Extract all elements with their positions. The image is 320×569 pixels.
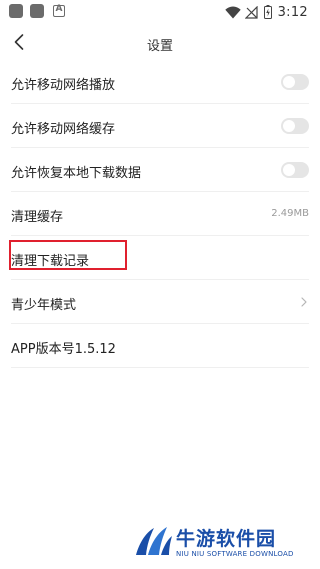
status-bar: A 3:12 xyxy=(0,0,320,24)
setting-row-mobile-cache: 允许移动网络缓存 xyxy=(11,104,309,148)
cache-size-value: 2.49MB xyxy=(271,208,309,219)
chevron-right-icon xyxy=(299,295,309,309)
nav-bar: 设置 xyxy=(0,26,320,60)
wifi-icon xyxy=(224,6,241,18)
watermark-logo-icon xyxy=(134,524,174,558)
setting-label: 青少年模式 xyxy=(11,298,77,313)
setting-row-app-version: APP版本号1.5.12 xyxy=(11,324,309,368)
a-icon: A xyxy=(53,4,65,17)
setting-row-clear-cache[interactable]: 清理缓存 2.49MB xyxy=(11,192,309,236)
app-version-label: APP版本号1.5.12 xyxy=(11,342,116,357)
watermark-name: 牛游软件园 xyxy=(176,528,277,550)
app-notification-icon xyxy=(30,4,44,18)
setting-label: 允许移动网络缓存 xyxy=(11,122,116,137)
setting-row-teen-mode[interactable]: 青少年模式 xyxy=(11,280,309,324)
setting-label: 允许恢复本地下载数据 xyxy=(11,166,142,181)
mobile-play-toggle[interactable] xyxy=(281,74,309,90)
status-time: 3:12 xyxy=(277,4,308,20)
no-signal-icon xyxy=(244,5,258,19)
toggle-knob xyxy=(283,164,295,176)
setting-row-mobile-play: 允许移动网络播放 xyxy=(11,60,309,104)
setting-row-restore-downloads: 允许恢复本地下载数据 xyxy=(11,148,309,192)
settings-list: 允许移动网络播放 允许移动网络缓存 允许恢复本地下载数据 清理缓存 2.49MB… xyxy=(0,60,320,368)
setting-label: 允许移动网络播放 xyxy=(11,78,116,93)
setting-label: 清理下载记录 xyxy=(11,254,90,269)
status-icons: 3:12 xyxy=(224,3,308,21)
toggle-knob xyxy=(283,76,295,88)
setting-label: 清理缓存 xyxy=(11,210,64,225)
battery-icon xyxy=(263,5,272,19)
watermark-subtitle: NIU NIU SOFTWARE DOWNLOAD xyxy=(176,550,294,558)
mobile-cache-toggle[interactable] xyxy=(281,118,309,134)
toggle-knob xyxy=(283,120,295,132)
app-notification-icon xyxy=(9,4,23,18)
watermark: 牛游软件园 NIU NIU SOFTWARE DOWNLOAD xyxy=(134,522,314,564)
page-title: 设置 xyxy=(146,39,173,54)
setting-row-clear-download-history[interactable]: 清理下载记录 xyxy=(9,236,309,280)
restore-downloads-toggle[interactable] xyxy=(281,162,309,178)
